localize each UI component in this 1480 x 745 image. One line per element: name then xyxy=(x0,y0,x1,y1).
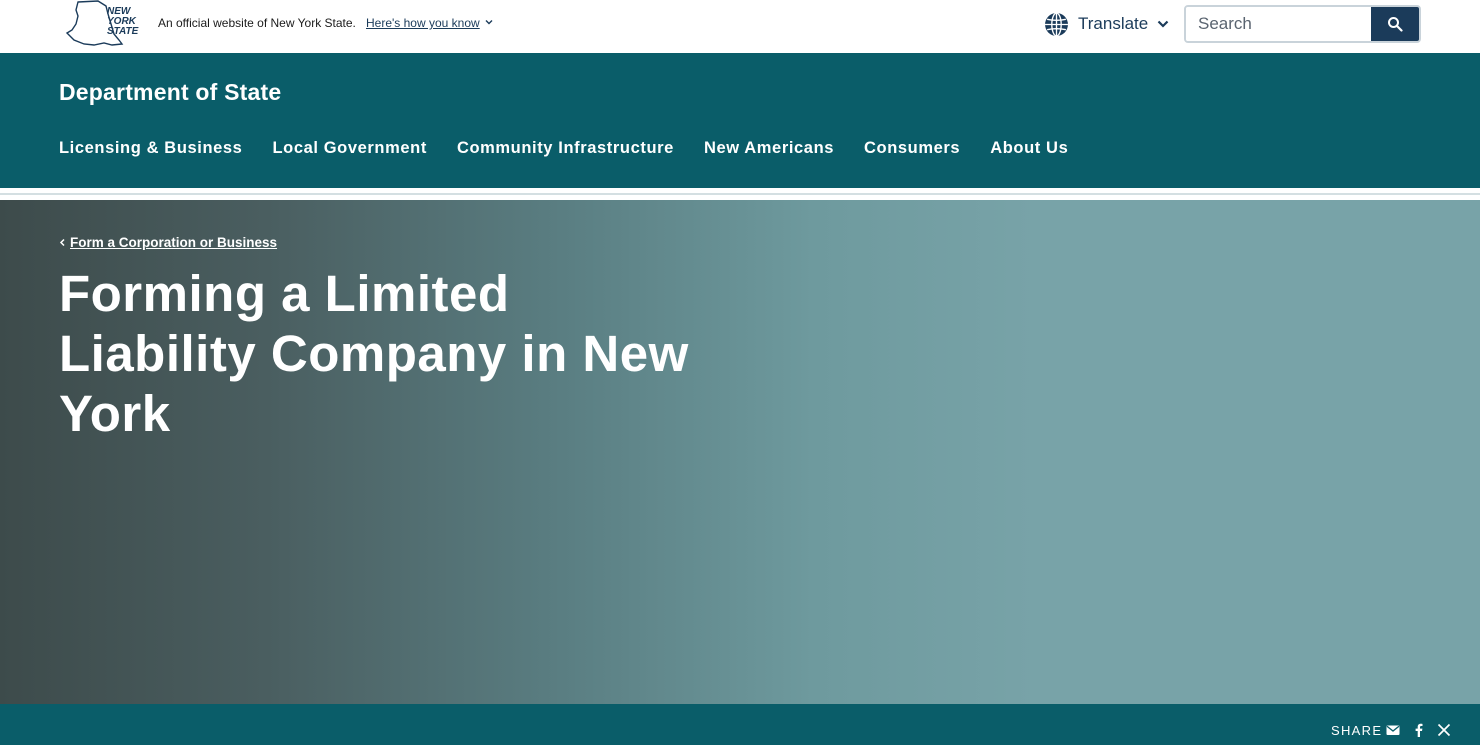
chevron-down-icon xyxy=(1157,20,1169,28)
nav-item-consumers[interactable]: Consumers xyxy=(864,139,960,158)
nav-item-new-americans[interactable]: New Americans xyxy=(704,139,834,158)
nav-item-community-infrastructure[interactable]: Community Infrastructure xyxy=(457,139,674,158)
share-label: SHARE xyxy=(1331,723,1383,738)
hero-banner: Form a Corporation or Business Forming a… xyxy=(0,200,1480,704)
x-icon[interactable] xyxy=(1437,723,1451,737)
chevron-down-icon[interactable] xyxy=(484,17,494,27)
share-bar: SHARE xyxy=(0,704,1480,745)
search-box xyxy=(1184,5,1421,43)
nys-logo[interactable]: NEW YORK STATE xyxy=(64,0,142,48)
breadcrumb[interactable]: Form a Corporation or Business xyxy=(58,235,277,250)
how-you-know-link[interactable]: Here's how you know xyxy=(366,16,480,30)
translate-button[interactable]: Translate xyxy=(1044,10,1170,38)
agency-name[interactable]: Department of State xyxy=(59,79,281,106)
main-nav: Licensing & Business Local Government Co… xyxy=(59,139,1098,158)
chevron-left-icon xyxy=(59,238,65,247)
nav-item-licensing-business[interactable]: Licensing & Business xyxy=(59,139,242,158)
search-icon xyxy=(1388,17,1403,32)
divider-line xyxy=(0,193,1480,195)
agency-header: Department of State Licensing & Business… xyxy=(0,53,1480,188)
globe-icon xyxy=(1045,11,1068,37)
translate-label: Translate xyxy=(1078,14,1149,33)
search-input[interactable] xyxy=(1186,7,1372,41)
logo-word-3: STATE xyxy=(107,26,139,37)
email-icon[interactable] xyxy=(1386,723,1400,737)
official-text: An official website of New York State. xyxy=(158,16,356,30)
facebook-icon[interactable] xyxy=(1412,723,1426,737)
search-button[interactable] xyxy=(1371,7,1419,41)
nav-item-about-us[interactable]: About Us xyxy=(990,139,1068,158)
official-banner: NEW YORK STATE An official website of Ne… xyxy=(0,0,1480,53)
nav-item-local-government[interactable]: Local Government xyxy=(272,139,426,158)
breadcrumb-link[interactable]: Form a Corporation or Business xyxy=(70,235,277,250)
page-title: Forming a Limited Liability Company in N… xyxy=(59,265,689,442)
